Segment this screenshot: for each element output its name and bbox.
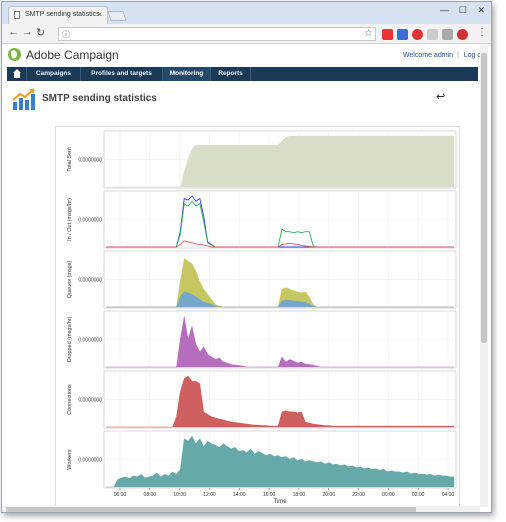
maximize-icon[interactable]: ☐: [459, 5, 467, 16]
x-tick-label: 12:00: [203, 492, 216, 498]
chart-container: Total Sent 0.0000000 In / Out (msgs/hr) 0.0…: [55, 126, 460, 512]
y-tick-label: 0.0000000: [78, 158, 102, 164]
y-tick-label: 0.0000000: [78, 218, 102, 224]
back-icon[interactable]: ←: [8, 26, 19, 38]
x-tick-label: 10:00: [173, 492, 186, 498]
extension-pinterest-icon[interactable]: [412, 29, 423, 40]
forward-icon[interactable]: →: [22, 26, 33, 38]
panel-label: In / Out (msgs/hr): [67, 198, 73, 241]
panel-label: Total Sent: [67, 147, 73, 172]
panel-label: Queues (msgs): [67, 261, 73, 299]
extension-paw-icon[interactable]: [457, 29, 468, 40]
menu-profiles-and-targets[interactable]: Profiles and targets: [81, 67, 163, 81]
bookmark-star-icon[interactable]: ☆: [364, 28, 373, 39]
close-window-icon[interactable]: ✕: [477, 5, 485, 16]
vertical-scrollbar[interactable]: [480, 45, 488, 507]
extension-abp-icon[interactable]: [382, 29, 393, 40]
address-bar[interactable]: ⓘ ☆: [58, 27, 376, 41]
x-tick-label: 00:00: [382, 492, 395, 498]
extension-a-icon[interactable]: [442, 29, 453, 40]
x-tick-label: 14:00: [233, 492, 246, 498]
document-icon: [14, 11, 20, 19]
horizontal-scrollbar-thumb[interactable]: [6, 507, 416, 512]
info-icon[interactable]: ⓘ: [62, 29, 70, 40]
x-tick-label: 08:00: [144, 492, 157, 498]
x-tick-label: 16:00: [263, 492, 276, 498]
browser-menu-icon[interactable]: ⋮: [477, 27, 487, 38]
tab-close-icon[interactable]: ×: [97, 7, 102, 23]
horizontal-scrollbar[interactable]: [2, 506, 480, 512]
x-tick-label: 18:00: [293, 492, 306, 498]
x-tick-label: 20:00: [322, 492, 335, 498]
extension-grid-icon[interactable]: [397, 29, 408, 40]
panel-label: Connections: [67, 384, 73, 415]
vertical-scrollbar-thumb[interactable]: [481, 53, 487, 343]
x-axis-label: Time: [273, 499, 287, 505]
browser-toolbar: ← → ↻ ⓘ ☆ ⋮: [2, 24, 491, 44]
tab-title: SMTP sending statistics: [25, 11, 100, 18]
header-separator: |: [457, 52, 459, 59]
extension-translate-icon[interactable]: [427, 29, 438, 40]
menu-monitoring[interactable]: Monitoring: [163, 67, 211, 81]
y-tick-label: 0.0000000: [78, 338, 102, 344]
x-tick-label: 06:00: [114, 492, 127, 498]
adobe-campaign-logo-icon: [8, 48, 21, 61]
y-tick-label: 0.0000000: [78, 278, 102, 284]
panel-label: Dropped (msgs/hr): [67, 316, 73, 362]
menu-reports[interactable]: Reports: [211, 67, 251, 81]
y-tick-label: 0.0000000: [78, 398, 102, 404]
app-header: Adobe Campaign Welcome admin | Log off: [2, 45, 491, 67]
reload-icon[interactable]: ↻: [36, 26, 45, 39]
main-menu: Campaigns Profiles and targets Monitorin…: [7, 67, 478, 81]
app-title: Adobe Campaign: [26, 48, 119, 62]
minimize-icon[interactable]: —: [440, 5, 449, 15]
home-icon[interactable]: [7, 67, 27, 81]
panel-label: Workers: [67, 449, 73, 470]
smtp-stats-chart: Total Sent 0.0000000 In / Out (msgs/hr) 0.0…: [67, 130, 457, 505]
browser-window: SMTP sending statistics × — ☐ ✕ ← → ↻ ⓘ …: [1, 1, 492, 513]
x-tick-label: 22:00: [352, 492, 365, 498]
back-arrow-icon[interactable]: ↩: [436, 90, 445, 103]
y-tick-label: 0.0000000: [78, 458, 102, 464]
browser-tab[interactable]: SMTP sending statistics ×: [8, 6, 108, 24]
x-tick-label: 04:00: [442, 492, 455, 498]
menu-campaigns[interactable]: Campaigns: [27, 67, 81, 81]
new-tab-button[interactable]: [107, 11, 127, 21]
x-tick-label: 02:00: [412, 492, 425, 498]
page-title: SMTP sending statistics: [42, 93, 157, 104]
welcome-link[interactable]: Welcome admin: [403, 52, 453, 59]
tab-strip: SMTP sending statistics × — ☐ ✕: [2, 2, 491, 24]
statistics-icon: [12, 88, 35, 110]
